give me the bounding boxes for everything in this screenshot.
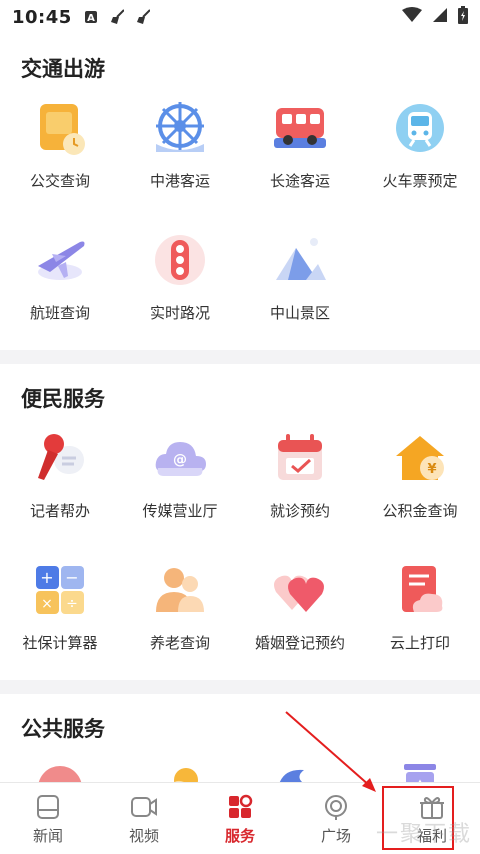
- section-title: 交通出游: [21, 57, 105, 81]
- svg-text:÷: ÷: [66, 596, 78, 612]
- printer-icon: [390, 560, 450, 620]
- tab-video[interactable]: 视频: [96, 783, 192, 854]
- broom-icon: [110, 9, 124, 24]
- service-bus-query[interactable]: 公交查询: [0, 86, 120, 218]
- traffic-light-icon: [150, 230, 210, 290]
- news-icon: [34, 793, 62, 821]
- service-label: 记者帮办: [29, 502, 90, 520]
- section-transport: 交通出游 公交查询 中港客运 长途客运 火车票预定 航班查询 实时路况 中山景区: [0, 34, 480, 350]
- service-cloud-print[interactable]: 云上打印: [360, 548, 480, 680]
- ship-wheel-icon: [150, 98, 210, 158]
- service-reporter-help[interactable]: 记者帮办: [0, 416, 120, 548]
- tab-label: 服务: [224, 827, 255, 845]
- service-marriage-registration[interactable]: 婚姻登记预约: [240, 548, 360, 680]
- service-public-1[interactable]: 30°: [0, 746, 120, 782]
- weather-icon: 30°: [30, 758, 90, 782]
- tab-label: 视频: [128, 827, 159, 845]
- service-public-2[interactable]: [120, 746, 240, 782]
- section-public: 公共服务 30°: [0, 694, 480, 782]
- battery-icon: [458, 6, 468, 28]
- svg-text:−: −: [65, 568, 78, 587]
- service-housing-fund[interactable]: ¥ 公积金查询: [360, 416, 480, 548]
- calendar-icon: [270, 428, 330, 488]
- service-scenic-spots[interactable]: 中山景区: [240, 218, 360, 350]
- service-traffic[interactable]: 实时路况: [120, 218, 240, 350]
- service-label: 就诊预约: [269, 502, 330, 520]
- bus-card-icon: [30, 98, 90, 158]
- broom-icon: [136, 9, 150, 24]
- service-label: 云上打印: [389, 634, 450, 652]
- section-convenience: 便民服务 记者帮办 @ 传媒营业厅 就诊预约 ¥ 公积金查询 + − × ÷ 社…: [0, 364, 480, 680]
- section-title: 公共服务: [21, 717, 105, 741]
- service-social-calculator[interactable]: + − × ÷ 社保计算器: [0, 548, 120, 680]
- recycle-bin-icon: [390, 758, 450, 782]
- tab-service[interactable]: 服务: [192, 783, 288, 854]
- service-label: 公积金查询: [382, 502, 458, 520]
- service-pension-query[interactable]: 养老查询: [120, 548, 240, 680]
- watermark-text: 一聚下载: [375, 822, 472, 847]
- tab-news[interactable]: 新闻: [0, 783, 96, 854]
- tab-label: 广场: [320, 827, 351, 845]
- mountain-icon: [270, 230, 330, 290]
- tab-label: 新闻: [32, 827, 63, 845]
- people-icon: [150, 560, 210, 620]
- service-label: 长途客运: [269, 172, 330, 190]
- service-hk-ferry[interactable]: 中港客运: [120, 86, 240, 218]
- service-label: 实时路况: [149, 304, 210, 322]
- status-bar: 10:45 A: [0, 0, 480, 34]
- svg-text:A: A: [87, 13, 95, 24]
- coach-icon: [270, 98, 330, 158]
- service-label: 中山景区: [269, 304, 330, 322]
- service-public-4[interactable]: [360, 746, 480, 782]
- airplane-icon: [30, 230, 90, 290]
- service-label: 养老查询: [149, 634, 210, 652]
- service-label: 中港客运: [149, 172, 210, 190]
- calculator-icon: + − × ÷: [30, 560, 90, 620]
- service-public-3[interactable]: [240, 746, 360, 782]
- wifi-icon: [402, 7, 422, 27]
- status-time: 10:45: [12, 6, 72, 28]
- service-flight-query[interactable]: 航班查询: [0, 218, 120, 350]
- cloud-at-icon: @: [150, 428, 210, 488]
- video-icon: [130, 793, 158, 821]
- service-media-hall[interactable]: @ 传媒营业厅: [120, 416, 240, 548]
- service-label: 婚姻登记预约: [254, 634, 345, 652]
- microphone-icon: [30, 428, 90, 488]
- svg-text:+: +: [40, 568, 53, 587]
- service-label: 公交查询: [29, 172, 90, 190]
- a-icon: A: [84, 10, 98, 24]
- svg-text:@: @: [173, 452, 187, 468]
- signal-icon: [432, 7, 448, 27]
- house-yuan-icon: ¥: [390, 428, 450, 488]
- service-train-ticket[interactable]: 火车票预定: [360, 86, 480, 218]
- service-label: 火车票预定: [382, 172, 458, 190]
- services-scroll[interactable]: 交通出游 公交查询 中港客运 长途客运 火车票预定 航班查询 实时路况 中山景区…: [0, 34, 480, 782]
- service-label: 航班查询: [29, 304, 90, 322]
- service-icon: [226, 793, 254, 821]
- cloud-icon: [150, 758, 210, 782]
- svg-text:×: ×: [41, 596, 53, 612]
- plaza-icon: [322, 793, 350, 821]
- section-divider: [0, 680, 480, 694]
- typhoon-icon: [270, 758, 330, 782]
- svg-text:¥: ¥: [427, 462, 436, 477]
- train-icon: [390, 98, 450, 158]
- hearts-icon: [270, 560, 330, 620]
- service-long-distance[interactable]: 长途客运: [240, 86, 360, 218]
- service-label: 传媒营业厅: [142, 502, 218, 520]
- service-clinic-appointment[interactable]: 就诊预约: [240, 416, 360, 548]
- tab-plaza[interactable]: 广场: [288, 783, 384, 854]
- section-divider: [0, 350, 480, 364]
- service-label: 社保计算器: [22, 634, 98, 652]
- section-title: 便民服务: [21, 387, 105, 411]
